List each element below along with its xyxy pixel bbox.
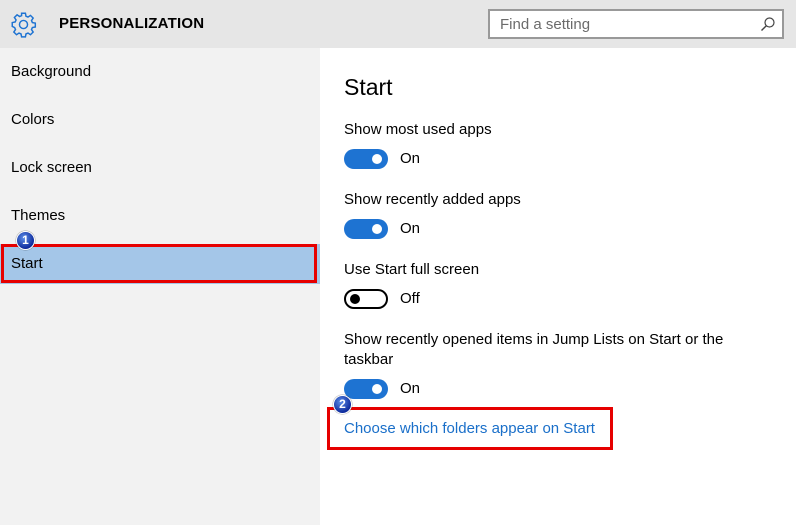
main-content: Start Show most used apps On Show recent… xyxy=(320,48,796,525)
toggle-state-label: On xyxy=(400,380,421,397)
sidebar: Background Colors Lock screen Themes Sta… xyxy=(0,48,320,525)
setting-label-jump-lists: Show recently opened items in Jump Lists… xyxy=(344,331,724,368)
toggle-start-full-screen[interactable] xyxy=(344,289,388,309)
toggle-knob xyxy=(372,384,382,394)
toggle-knob xyxy=(350,294,360,304)
toggle-state-label: On xyxy=(400,150,421,167)
title-bar: PERSONALIZATION xyxy=(0,0,796,48)
sidebar-item-themes[interactable]: Themes xyxy=(0,196,320,236)
page-title: Start xyxy=(344,74,393,100)
toggle-most-used-apps[interactable] xyxy=(344,149,388,169)
setting-label-recently-added: Show recently added apps xyxy=(344,191,521,208)
sidebar-item-colors[interactable]: Colors xyxy=(0,100,320,140)
toggle-knob xyxy=(372,154,382,164)
sidebar-item-lock-screen[interactable]: Lock screen xyxy=(0,148,320,188)
highlight-box-link xyxy=(327,407,613,450)
toggle-jump-lists[interactable] xyxy=(344,379,388,399)
toggle-knob xyxy=(372,224,382,234)
sidebar-item-label: Lock screen xyxy=(11,159,92,176)
setting-label-full-screen: Use Start full screen xyxy=(344,261,480,278)
app-title: PERSONALIZATION xyxy=(59,15,205,32)
gear-icon[interactable] xyxy=(10,11,37,38)
highlight-box-start xyxy=(1,244,317,283)
sidebar-item-background[interactable]: Background xyxy=(0,52,320,92)
sidebar-item-label: Colors xyxy=(11,111,55,128)
toggle-state-label: Off xyxy=(400,290,420,307)
toggle-recently-added-apps[interactable] xyxy=(344,219,388,239)
toggle-state-label: On xyxy=(400,220,421,237)
setting-label-most-used: Show most used apps xyxy=(344,121,492,138)
step-badge-1: 1 xyxy=(16,231,35,250)
search-icon[interactable] xyxy=(760,16,776,32)
sidebar-item-label: Themes xyxy=(11,207,66,224)
search-box[interactable] xyxy=(488,9,784,39)
sidebar-item-label: Background xyxy=(11,63,92,80)
search-input[interactable] xyxy=(490,11,750,37)
step-badge-2: 2 xyxy=(333,395,352,414)
